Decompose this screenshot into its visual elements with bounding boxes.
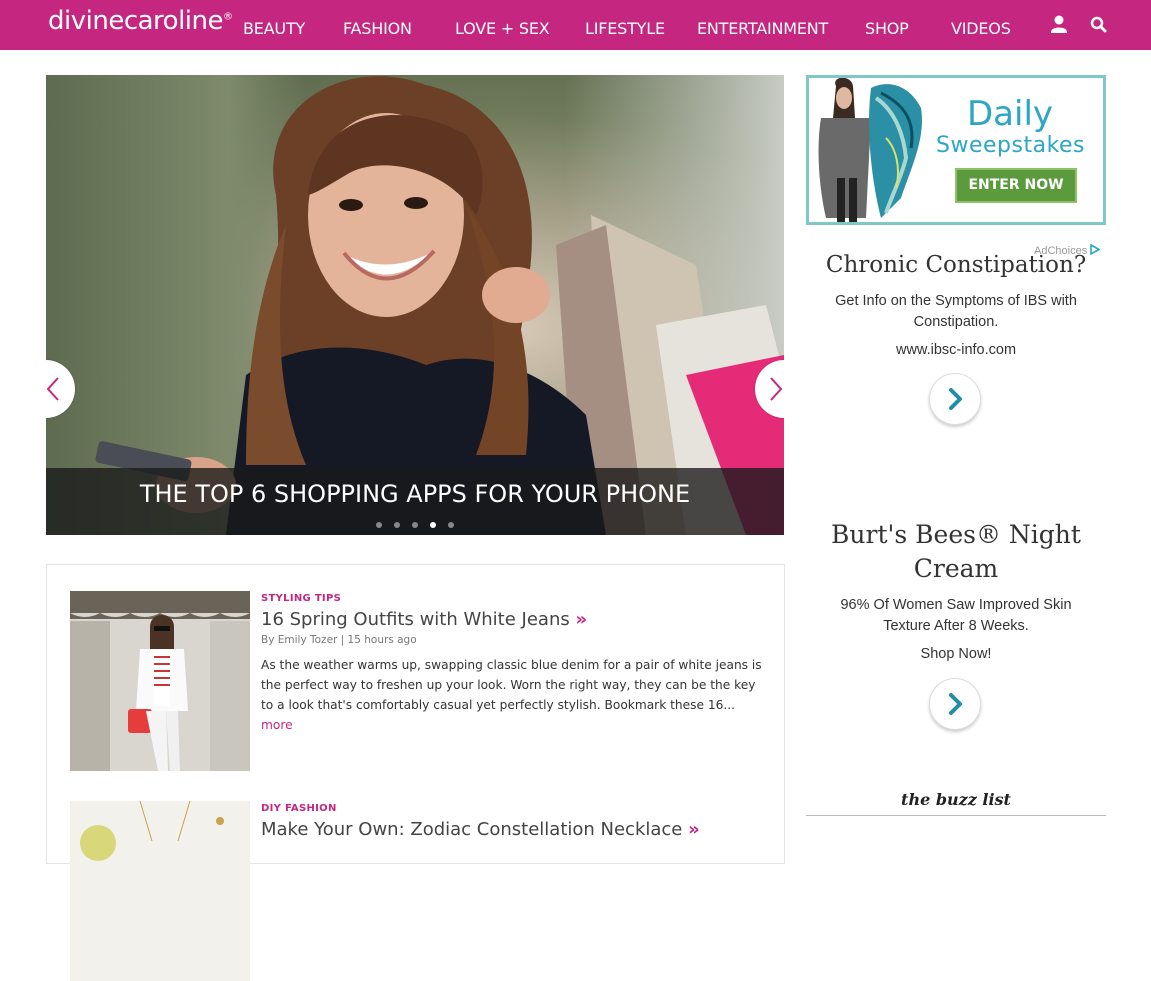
logo-registered-mark: ® — [223, 11, 233, 23]
article-title-text: Make Your Own: Zodiac Constellation Neck… — [261, 819, 683, 840]
ad-headline[interactable]: Burt's Bees® Night Cream — [806, 518, 1106, 586]
buzz-list-divider — [806, 815, 1106, 816]
nav-item-lifestyle[interactable]: LIFESTYLE — [585, 19, 665, 38]
chevron-right-icon — [949, 388, 962, 410]
sweepstakes-subtitle: Sweepstakes — [936, 133, 1086, 158]
ad-headline[interactable]: Chronic Constipation? — [806, 252, 1106, 278]
hero-photo — [95, 76, 784, 535]
double-chevron-icon: » — [688, 819, 700, 840]
logo-text: divinecaroline — [48, 6, 224, 36]
article-category[interactable]: STYLING TIPS — [261, 593, 341, 604]
daily-sweepstakes-banner[interactable]: Daily Sweepstakes ENTER NOW — [806, 75, 1106, 225]
article-byline: By Emily Tozer | 15 hours ago — [261, 634, 417, 646]
nav-item-entertainment[interactable]: ENTERTAINMENT — [697, 19, 828, 38]
slide-dot-3[interactable] — [412, 522, 418, 528]
ad-body: 96% Of Women Saw Improved Skin Texture A… — [840, 597, 1072, 634]
nav-item-love-sex[interactable]: LOVE + SEX — [455, 19, 550, 38]
search-icon[interactable] — [1089, 14, 1109, 36]
sweepstakes-title: Daily — [967, 94, 1054, 134]
slide-dot-1[interactable] — [376, 522, 382, 528]
article-title[interactable]: 16 Spring Outfits with White Jeans » — [261, 609, 587, 630]
chevron-right-icon — [770, 377, 783, 401]
ad-url[interactable]: www.ibsc-info.com — [806, 342, 1106, 358]
sweepstakes-model-image — [818, 78, 922, 222]
enter-now-button[interactable]: ENTER NOW — [955, 168, 1077, 203]
article-excerpt-text: As the weather warms up, swapping classi… — [261, 658, 762, 712]
ad-cta[interactable]: Shop Now! — [806, 646, 1106, 662]
article-thumbnail[interactable] — [70, 591, 250, 771]
article-excerpt: As the weather warms up, swapping classi… — [261, 655, 766, 735]
buzz-list-heading: the buzz list — [901, 790, 1011, 809]
nav-item-shop[interactable]: SHOP — [865, 19, 909, 38]
site-logo[interactable]: divinecaroline® — [48, 6, 233, 36]
article-feed: STYLING TIPS 16 Spring Outfits with Whit… — [46, 564, 785, 981]
article-title-text: 16 Spring Outfits with White Jeans — [261, 609, 570, 630]
hero-next-button[interactable] — [755, 360, 784, 418]
hero-slider[interactable]: THE TOP 6 SHOPPING APPS FOR YOUR PHONE — [46, 75, 784, 535]
nav-item-videos[interactable]: VIDEOS — [951, 19, 1011, 38]
read-more-link[interactable]: more — [261, 718, 293, 732]
article-thumbnail[interactable] — [70, 801, 250, 981]
slide-dot-2[interactable] — [394, 522, 400, 528]
top-navigation-bar: divinecaroline® BEAUTY FASHION LOVE + SE… — [0, 0, 1151, 50]
nav-item-beauty[interactable]: BEAUTY — [243, 19, 305, 38]
hero-prev-button[interactable] — [46, 360, 75, 418]
double-chevron-icon: » — [575, 609, 588, 630]
chevron-right-icon — [949, 693, 962, 715]
hero-caption[interactable]: THE TOP 6 SHOPPING APPS FOR YOUR PHONE — [46, 480, 784, 508]
article-title[interactable]: Make Your Own: Zodiac Constellation Neck… — [261, 819, 700, 840]
ad-body: Get Info on the Symptoms of IBS with Con… — [835, 293, 1077, 330]
ad-go-button[interactable] — [929, 678, 981, 730]
ad-go-button[interactable] — [929, 373, 981, 425]
slide-dot-5[interactable] — [448, 522, 454, 528]
user-icon[interactable] — [1049, 14, 1069, 36]
article-category[interactable]: DIY FASHION — [261, 803, 337, 814]
nav-item-fashion[interactable]: FASHION — [343, 19, 412, 38]
chevron-left-icon — [46, 377, 59, 401]
slide-dot-4[interactable] — [430, 522, 436, 528]
